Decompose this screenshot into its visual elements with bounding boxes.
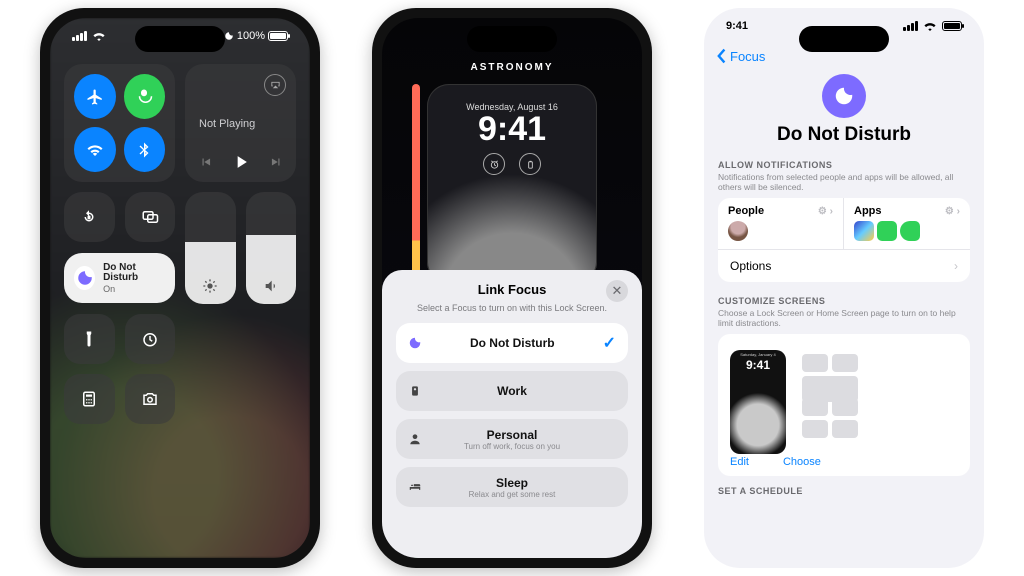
cell-signal-icon <box>72 31 87 41</box>
next-track-icon[interactable] <box>269 155 283 169</box>
focus-option-dnd[interactable]: Do Not Disturb ✓ <box>396 323 628 363</box>
chevron-right-icon: › <box>954 259 958 273</box>
volume-icon <box>246 278 297 294</box>
play-icon[interactable] <box>231 152 251 172</box>
moon-icon <box>224 31 234 41</box>
wifi-toggle[interactable] <box>74 127 116 172</box>
battery-widget-icon[interactable] <box>519 153 541 175</box>
options-row[interactable]: Options› <box>718 250 970 282</box>
lockscreen-name: ASTRONOMY <box>382 62 642 73</box>
connectivity-tile[interactable] <box>64 64 175 182</box>
settings-chevron-icon: ⚙ › <box>818 206 833 217</box>
phone-focus-settings: 9:41 Focus Do Not Disturb ALLOW NOTIFICA… <box>704 8 984 568</box>
brightness-slider[interactable] <box>185 192 236 304</box>
section-caption: ALLOW NOTIFICATIONS <box>718 160 970 170</box>
control-center-grid: Not Playing <box>64 64 296 544</box>
focus-option-work[interactable]: Work <box>396 371 628 411</box>
cell-signal-icon <box>903 21 918 31</box>
sheet-title: Link Focus <box>478 282 547 297</box>
focus-option-personal[interactable]: PersonalTurn off work, focus on you <box>396 419 628 459</box>
timer-button[interactable] <box>125 314 176 364</box>
cellular-toggle[interactable] <box>124 74 166 119</box>
airplane-toggle[interactable] <box>74 74 116 119</box>
close-button[interactable]: ✕ <box>606 280 628 302</box>
allowed-apps-cell[interactable]: Apps⚙ › <box>844 198 970 250</box>
moon-icon <box>76 269 94 287</box>
wifi-icon <box>923 21 937 31</box>
dynamic-island <box>467 26 557 52</box>
section-caption: SET A SCHEDULE <box>718 486 970 496</box>
calculator-button[interactable] <box>64 374 115 424</box>
lockscreen-thumbnail[interactable]: Saturday, January 4 9:41 <box>730 350 786 454</box>
edit-link[interactable]: Edit <box>730 456 749 468</box>
checkmark-icon: ✓ <box>603 333 616 353</box>
link-focus-sheet: Link Focus ✕ Select a Focus to turn on w… <box>382 270 642 558</box>
settings-chevron-icon: ⚙ › <box>945 206 960 217</box>
choose-link[interactable]: Choose <box>783 456 821 468</box>
lockscreen-time: 9:41 <box>427 110 597 149</box>
brightness-icon <box>185 278 236 294</box>
screen-mirroring-toggle[interactable] <box>125 192 176 242</box>
phone-link-focus: ASTRONOMY Wednesday, August 16 9:41 Link… <box>372 8 652 568</box>
camera-button[interactable] <box>125 374 176 424</box>
back-button[interactable]: Focus <box>716 48 765 64</box>
orientation-lock-toggle[interactable] <box>64 192 115 242</box>
page-title: Do Not Disturb <box>704 124 984 146</box>
flashlight-toggle[interactable] <box>64 314 115 364</box>
app-icon <box>877 221 897 241</box>
bed-icon <box>408 480 422 494</box>
allowed-people-cell[interactable]: People⚙ › <box>718 198 844 250</box>
focus-option-sleep[interactable]: SleepRelax and get some rest <box>396 467 628 507</box>
volume-slider[interactable] <box>246 192 297 304</box>
alarm-widget-icon[interactable] <box>483 153 505 175</box>
airplay-icon[interactable] <box>264 74 286 96</box>
homescreen-thumbnail[interactable] <box>802 350 858 438</box>
media-tile[interactable]: Not Playing <box>185 64 296 182</box>
lockscreen-preview[interactable]: Wednesday, August 16 9:41 <box>427 84 597 284</box>
person-icon <box>408 432 422 446</box>
avatar <box>728 221 748 241</box>
badge-icon <box>408 384 422 398</box>
moon-icon <box>408 336 422 350</box>
media-title: Not Playing <box>195 118 286 130</box>
wifi-icon <box>92 31 106 41</box>
phone-control-center: 100% Not Playing <box>40 8 320 568</box>
app-icon <box>900 221 920 241</box>
chevron-left-icon <box>716 48 728 64</box>
bluetooth-toggle[interactable] <box>124 127 166 172</box>
app-icon <box>854 221 874 241</box>
sheet-subtitle: Select a Focus to turn on with this Lock… <box>396 303 628 313</box>
focus-hero-icon <box>822 74 866 118</box>
section-caption: CUSTOMIZE SCREENS <box>718 296 970 306</box>
battery-indicator: 100% <box>224 30 288 42</box>
dynamic-island <box>799 26 889 52</box>
dynamic-island <box>135 26 225 52</box>
prev-track-icon[interactable] <box>199 155 213 169</box>
focus-dnd-tile[interactable]: Do Not DisturbOn <box>64 253 175 303</box>
